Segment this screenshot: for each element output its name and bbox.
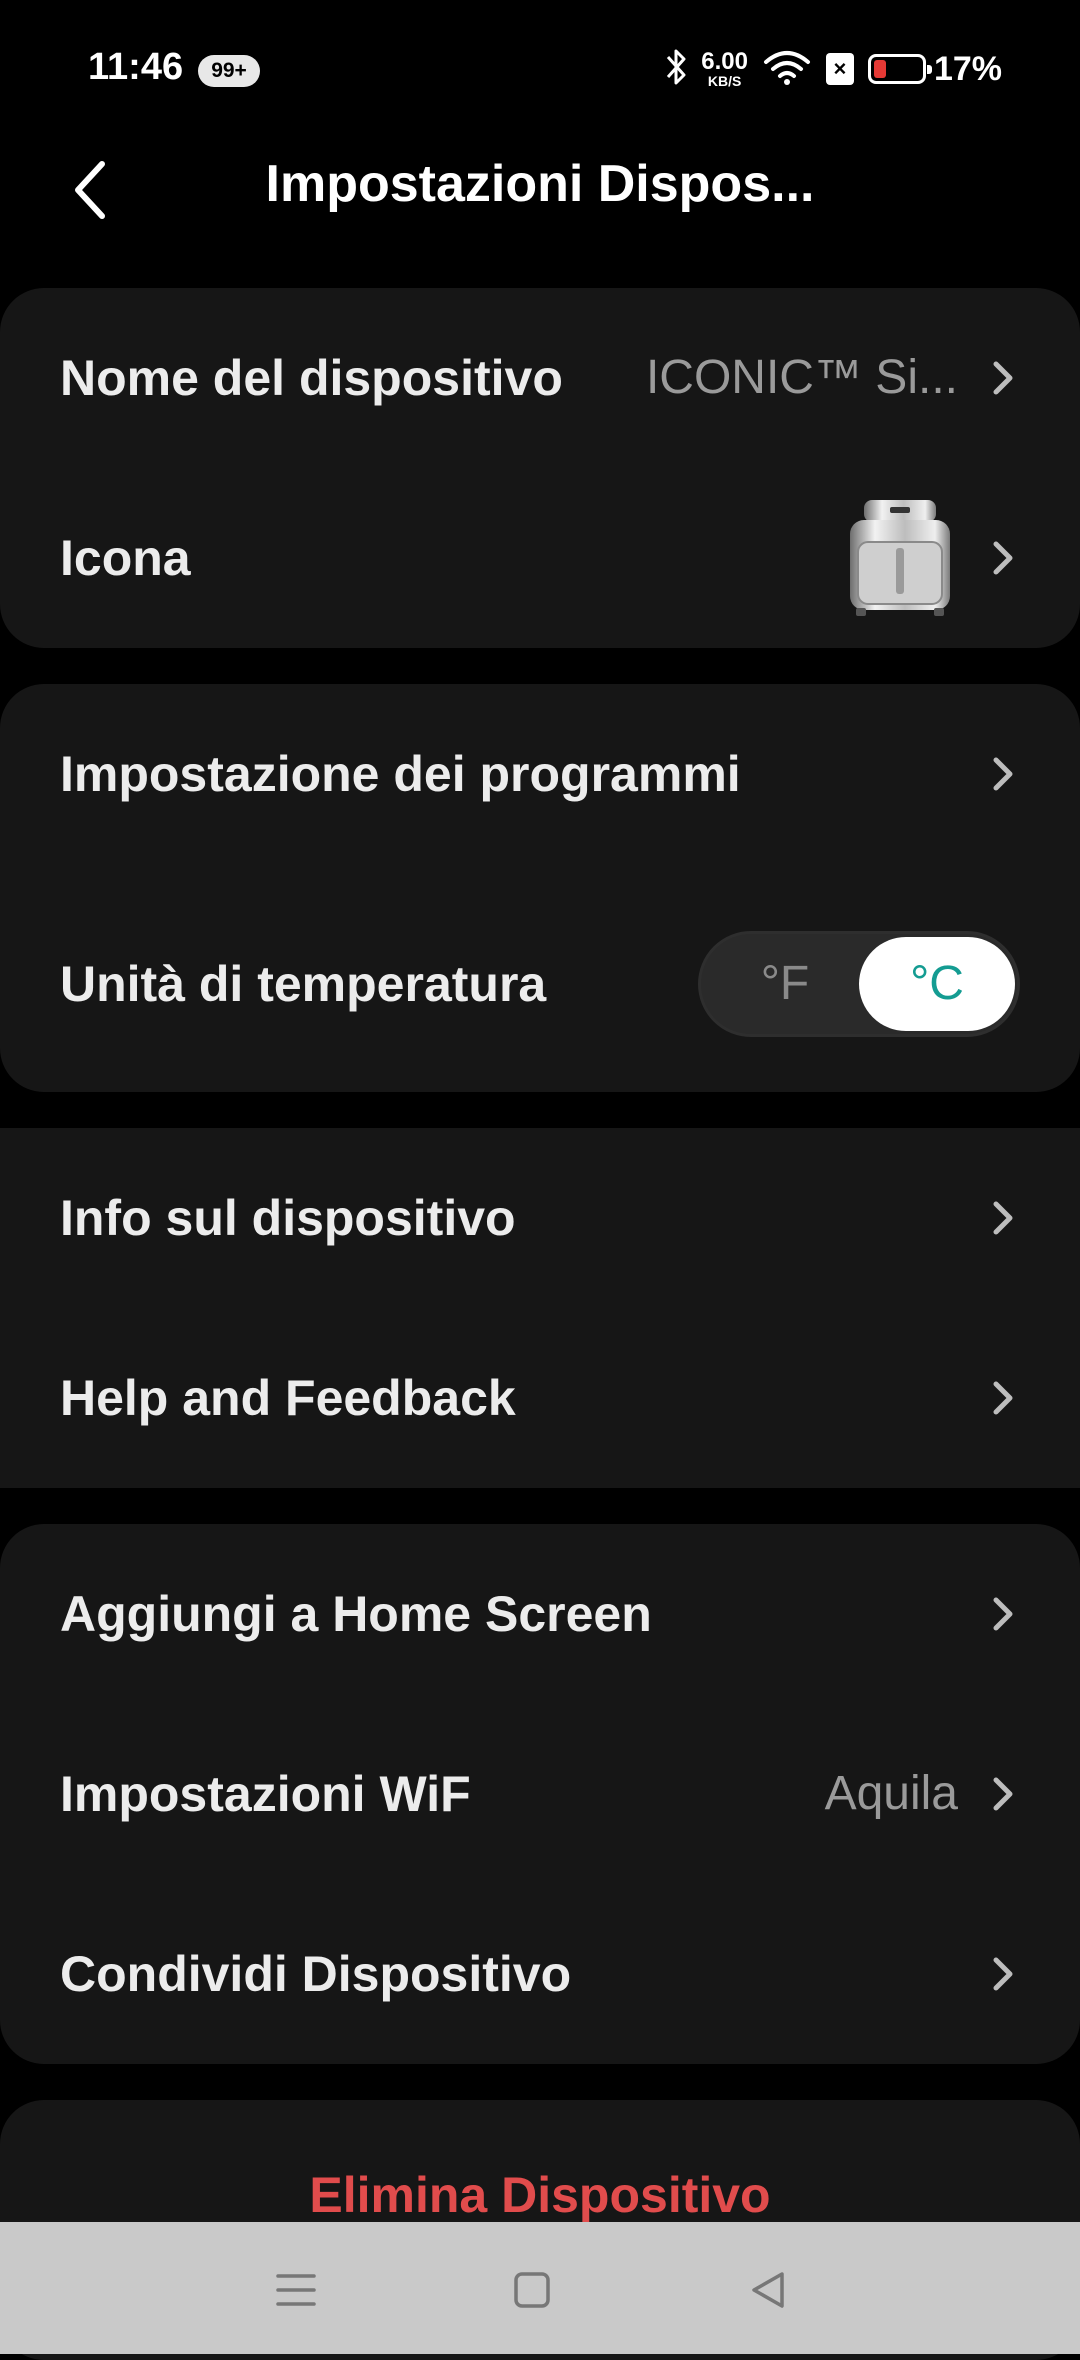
chevron-right-icon bbox=[993, 757, 1013, 791]
device-icon-row[interactable]: Icona bbox=[0, 468, 1080, 648]
chevron-right-icon bbox=[993, 1957, 1013, 1991]
programs-row[interactable]: Impostazione dei programmi bbox=[0, 684, 1080, 864]
chevron-right-icon bbox=[993, 1597, 1013, 1631]
status-time: 11:46 bbox=[88, 46, 184, 88]
help-feedback-label: Help and Feedback bbox=[60, 1370, 516, 1426]
device-card: Nome del dispositivo ICONIC™ Si... Icona bbox=[0, 288, 1080, 648]
menu-icon[interactable] bbox=[268, 2262, 324, 2318]
programs-label: Impostazione dei programmi bbox=[60, 746, 741, 802]
back-triangle-icon[interactable] bbox=[740, 2262, 796, 2318]
wifi-settings-value: Aquila bbox=[824, 1767, 958, 1820]
page-title: Impostazioni Dispos... bbox=[265, 155, 815, 213]
net-speed: 6.00 KB/S bbox=[701, 48, 748, 89]
device-info-row[interactable]: Info sul dispositivo bbox=[0, 1128, 1080, 1308]
temperature-unit-row: Unità di temperatura °F °C bbox=[0, 884, 1080, 1084]
wifi-settings-label: Impostazioni WiF bbox=[60, 1766, 471, 1822]
bluetooth-icon bbox=[665, 47, 687, 92]
temperature-unit-label: Unità di temperatura bbox=[60, 956, 547, 1012]
net-speed-value: 6.00 bbox=[701, 48, 748, 75]
program-card: Impostazione dei programmi Unità di temp… bbox=[0, 684, 1080, 1092]
share-device-row[interactable]: Condividi Dispositivo bbox=[0, 1884, 1080, 2064]
help-feedback-row[interactable]: Help and Feedback bbox=[0, 1308, 1080, 1488]
notification-badge: 99+ bbox=[198, 55, 260, 87]
chevron-right-icon bbox=[993, 361, 1013, 395]
chevron-right-icon bbox=[993, 1381, 1013, 1415]
header: Impostazioni Dispos... bbox=[0, 140, 1080, 240]
temperature-unit-toggle[interactable]: °F °C bbox=[698, 931, 1020, 1037]
chevron-right-icon bbox=[993, 1201, 1013, 1235]
chevron-right-icon bbox=[993, 1777, 1013, 1811]
add-home-screen-label: Aggiungi a Home Screen bbox=[60, 1586, 652, 1642]
wifi-icon bbox=[762, 48, 812, 91]
status-icons: 6.00 KB/S × 17% bbox=[665, 44, 1002, 94]
device-info-label: Info sul dispositivo bbox=[60, 1190, 516, 1246]
battery-percent: 17% bbox=[933, 49, 1002, 88]
wifi-settings-row[interactable]: Impostazioni WiF Aquila bbox=[0, 1704, 1080, 1884]
more-card: Aggiungi a Home Screen Impostazioni WiF … bbox=[0, 1524, 1080, 2064]
device-name-value: ICONIC™ Si... bbox=[645, 351, 958, 404]
air-fryer-icon bbox=[850, 500, 950, 616]
home-icon[interactable] bbox=[504, 2262, 560, 2318]
fahrenheit-option[interactable]: °F bbox=[705, 934, 865, 1034]
celsius-option[interactable]: °C bbox=[859, 937, 1015, 1031]
delete-device-button[interactable]: Elimina Dispositivo bbox=[0, 2166, 1080, 2224]
sim-off-icon: × bbox=[825, 53, 854, 85]
share-device-label: Condividi Dispositivo bbox=[60, 1946, 572, 2002]
battery-icon: 17% bbox=[867, 49, 1002, 89]
net-speed-unit: KB/S bbox=[707, 73, 742, 89]
status-bar: 11:46 99+ 6.00 KB/S × 17% bbox=[0, 0, 1080, 140]
info-card: Info sul dispositivo Help and Feedback bbox=[0, 1128, 1080, 1488]
device-name-label: Nome del dispositivo bbox=[60, 350, 563, 406]
add-home-screen-row[interactable]: Aggiungi a Home Screen bbox=[0, 1524, 1080, 1704]
chevron-right-icon bbox=[993, 541, 1013, 575]
system-nav-bar bbox=[0, 2222, 1080, 2354]
device-icon-label: Icona bbox=[60, 530, 191, 586]
device-name-row[interactable]: Nome del dispositivo ICONIC™ Si... bbox=[0, 288, 1080, 468]
